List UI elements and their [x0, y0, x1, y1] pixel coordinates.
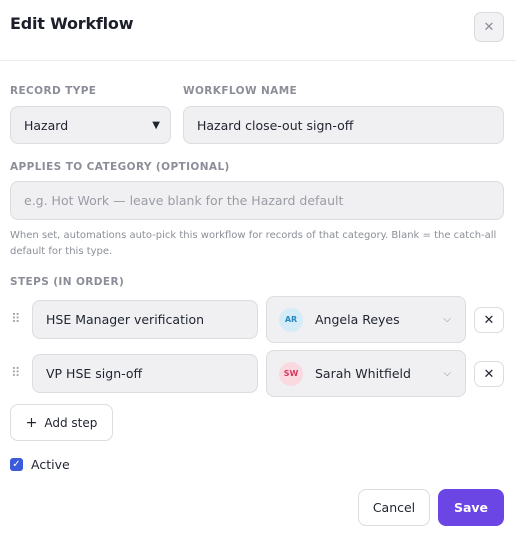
- workflow-name-input[interactable]: Hazard close-out sign-off: [183, 106, 504, 144]
- cancel-button[interactable]: Cancel: [358, 489, 430, 526]
- chevron-down-icon: ▼: [152, 119, 160, 131]
- close-button[interactable]: ✕: [474, 12, 504, 42]
- assignee-name: Sarah Whitfield: [315, 366, 411, 381]
- assignee-name: Angela Reyes: [315, 312, 400, 327]
- drag-handle-icon[interactable]: ⠿: [11, 313, 21, 327]
- close-icon: ✕: [483, 19, 495, 35]
- active-checkbox[interactable]: ✓: [10, 458, 23, 471]
- close-icon: ✕: [483, 366, 495, 382]
- add-step-button[interactable]: + Add step: [10, 404, 113, 441]
- steps-label: STEPS (IN ORDER): [10, 276, 125, 288]
- category-input[interactable]: e.g. Hot Work — leave blank for the Haza…: [10, 181, 504, 220]
- active-label: Active: [31, 457, 70, 472]
- plus-icon: +: [25, 414, 38, 431]
- remove-step-button[interactable]: ✕: [474, 307, 504, 333]
- step-assignee-select[interactable]: AR Angela Reyes ⌵: [266, 296, 466, 343]
- step-name-value: VP HSE sign-off: [46, 366, 143, 381]
- step-name-input[interactable]: VP HSE sign-off: [32, 354, 258, 393]
- record-type-select[interactable]: Hazard ▼: [10, 106, 171, 144]
- record-type-value: Hazard: [24, 117, 69, 133]
- step-assignee-select[interactable]: SW Sarah Whitfield ⌵: [266, 350, 466, 397]
- dialog-title: Edit Workflow: [10, 14, 134, 33]
- step-name-value: HSE Manager verification: [46, 312, 205, 327]
- chevron-down-icon: ⌵: [443, 368, 451, 379]
- add-step-label: Add step: [44, 415, 98, 430]
- active-toggle-row[interactable]: ✓ Active: [10, 457, 70, 472]
- step-name-input[interactable]: HSE Manager verification: [32, 300, 258, 339]
- avatar: AR: [279, 307, 303, 332]
- category-help-text: When set, automations auto-pick this wor…: [10, 230, 497, 257]
- remove-step-button[interactable]: ✕: [474, 361, 504, 387]
- close-icon: ✕: [483, 312, 495, 328]
- dialog-header: Edit Workflow ✕: [0, 0, 516, 61]
- category-label: APPLIES TO CATEGORY (OPTIONAL): [10, 161, 230, 173]
- workflow-name-value: Hazard close-out sign-off: [197, 117, 354, 133]
- record-type-label: RECORD TYPE: [10, 85, 97, 97]
- workflow-name-label: WORKFLOW NAME: [183, 85, 298, 97]
- avatar: SW: [279, 361, 303, 386]
- chevron-down-icon: ⌵: [443, 314, 451, 325]
- category-placeholder: e.g. Hot Work — leave blank for the Haza…: [24, 193, 344, 208]
- drag-handle-icon[interactable]: ⠿: [11, 367, 21, 381]
- save-button[interactable]: Save: [438, 489, 504, 526]
